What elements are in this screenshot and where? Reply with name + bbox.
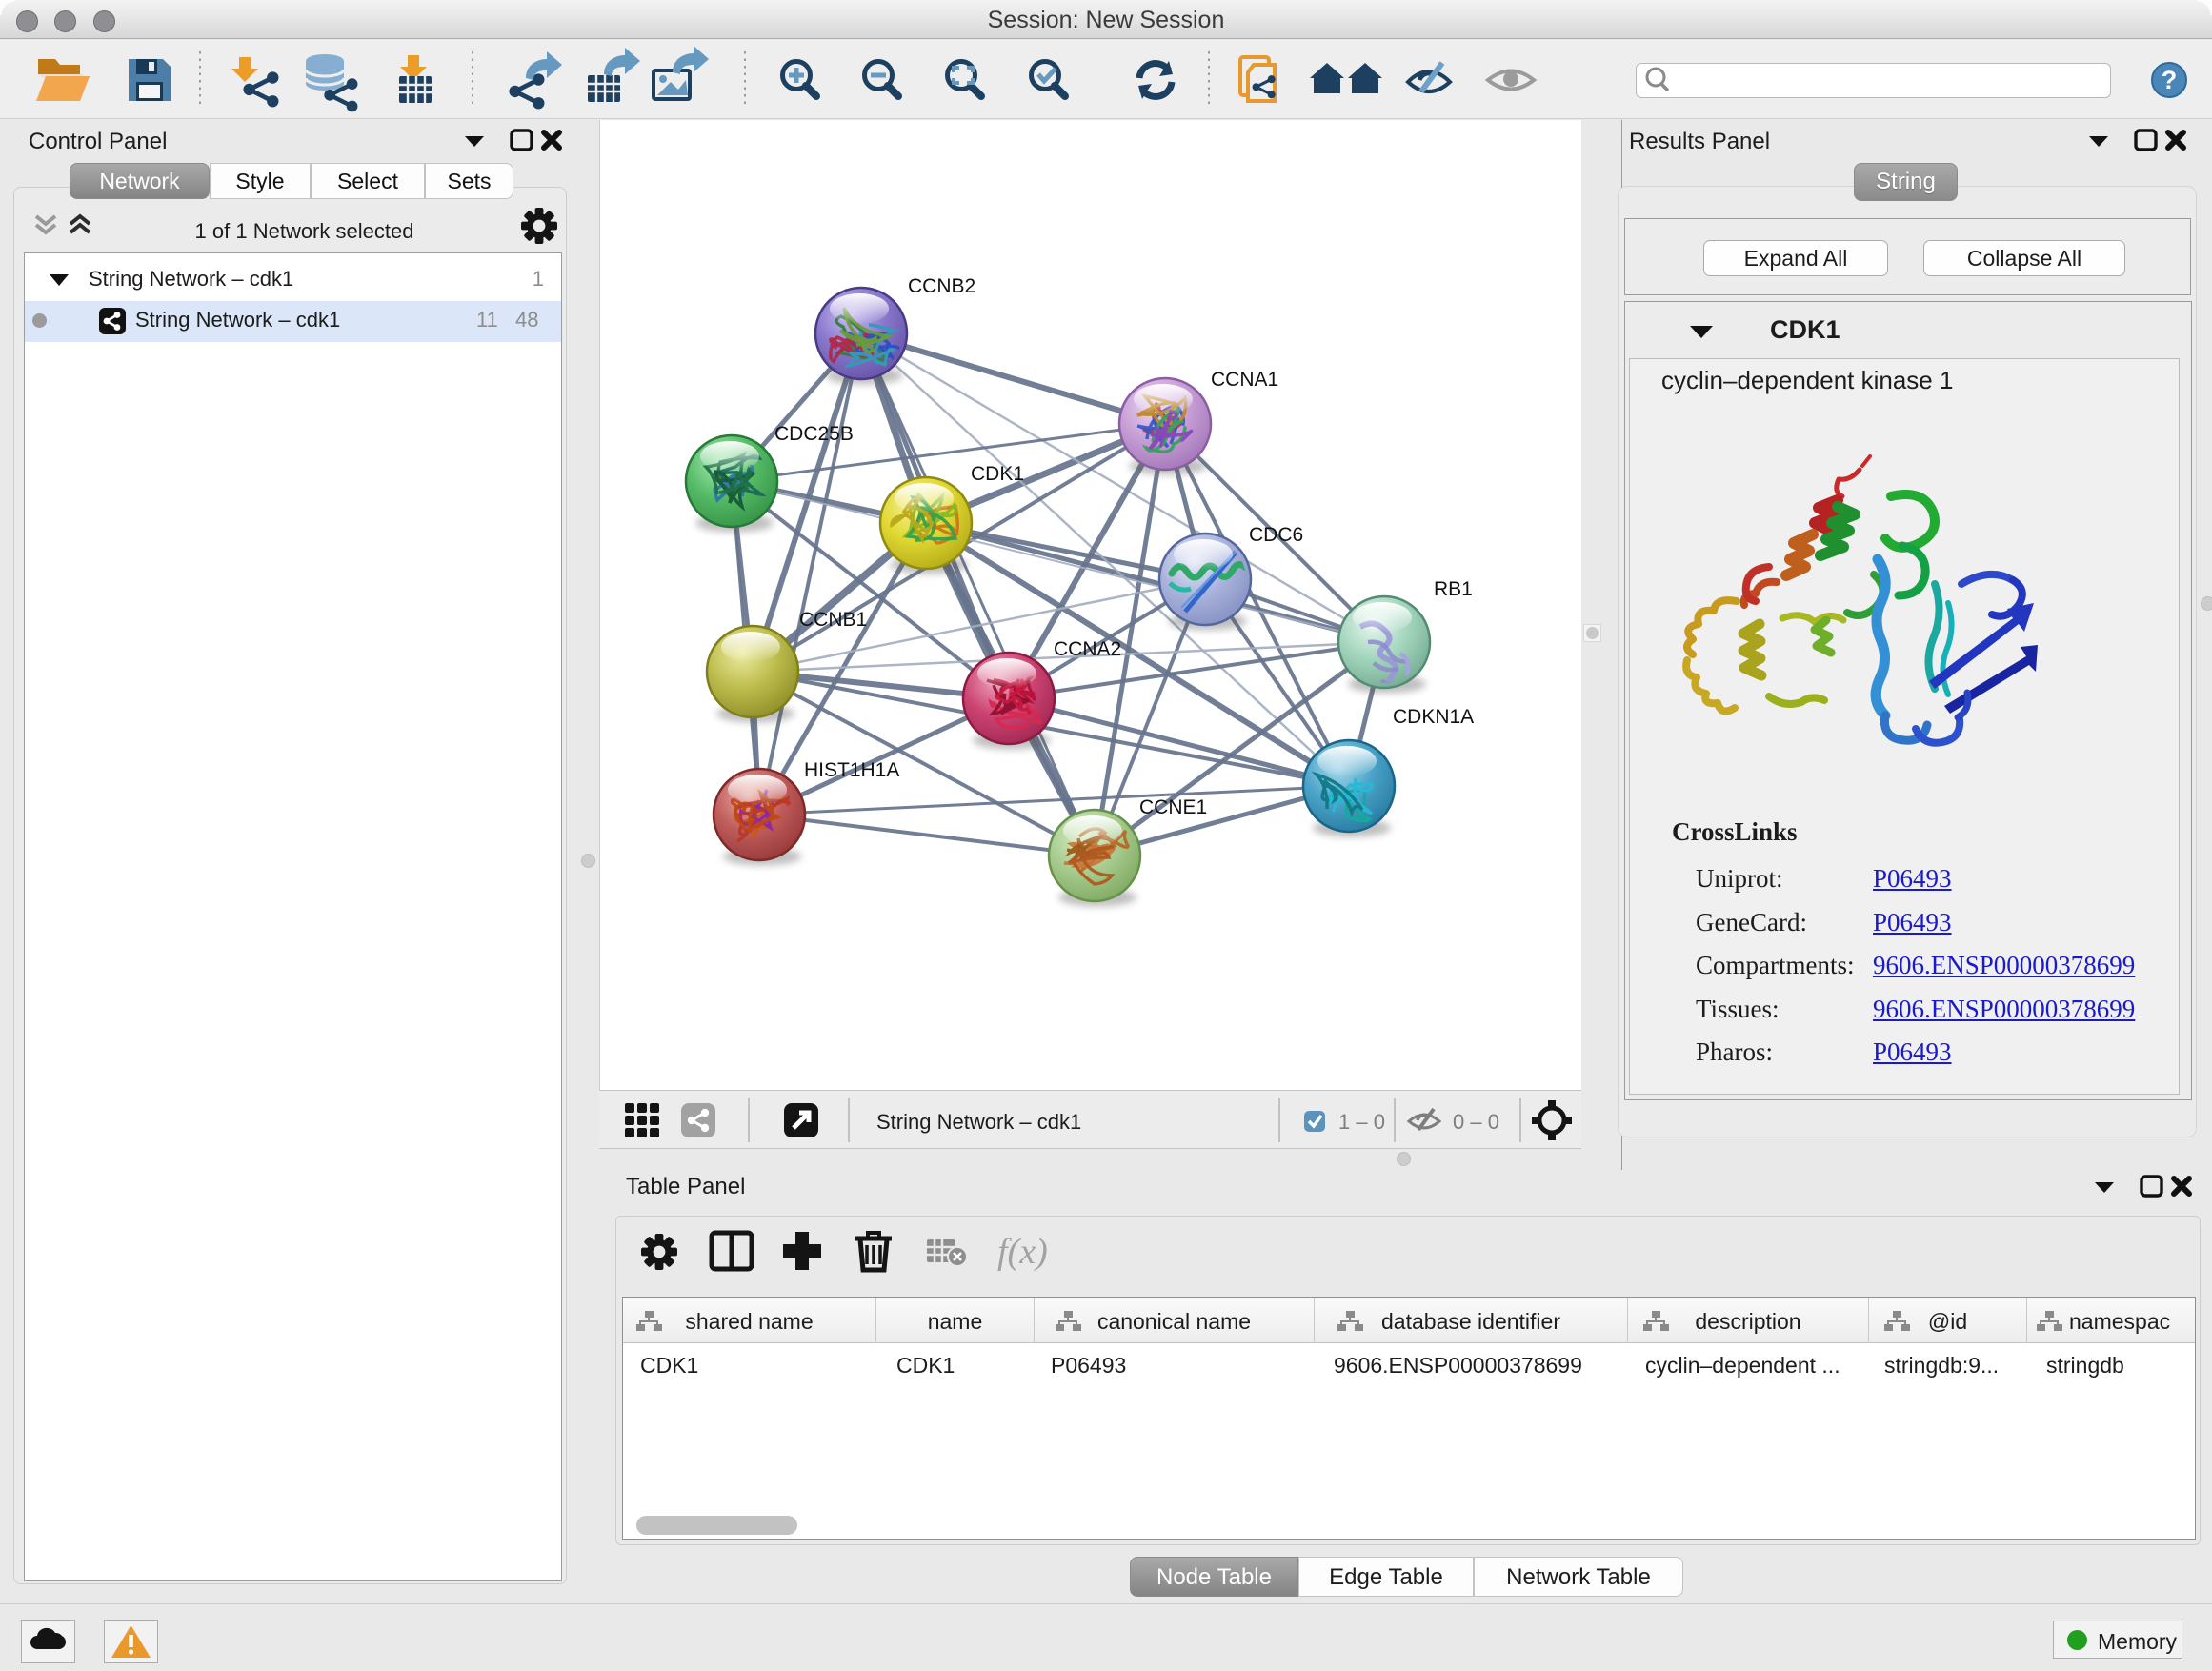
svg-text:CDK1: CDK1 <box>971 463 1024 485</box>
svg-text:0 – 0: 0 – 0 <box>1453 1110 1499 1134</box>
svg-text:CCNE1: CCNE1 <box>1139 796 1207 818</box>
svg-text:CDC25B: CDC25B <box>774 423 854 445</box>
svg-text:?: ? <box>2162 66 2178 94</box>
svg-text:HIST1H1A: HIST1H1A <box>804 759 899 781</box>
svg-text:String Network – cdk1: String Network – cdk1 <box>876 1110 1081 1134</box>
svg-text:f(x): f(x) <box>997 1232 1048 1272</box>
svg-text:CDC6: CDC6 <box>1249 524 1303 546</box>
svg-text:CCNA2: CCNA2 <box>1054 638 1121 660</box>
svg-text:CCNA1: CCNA1 <box>1211 369 1278 391</box>
svg-text:CDKN1A: CDKN1A <box>1393 706 1474 728</box>
svg-text:RB1: RB1 <box>1434 578 1473 600</box>
svg-text:CCNB2: CCNB2 <box>908 275 975 297</box>
svg-text:CCNB1: CCNB1 <box>799 609 867 631</box>
svg-text:1 – 0: 1 – 0 <box>1338 1110 1385 1134</box>
